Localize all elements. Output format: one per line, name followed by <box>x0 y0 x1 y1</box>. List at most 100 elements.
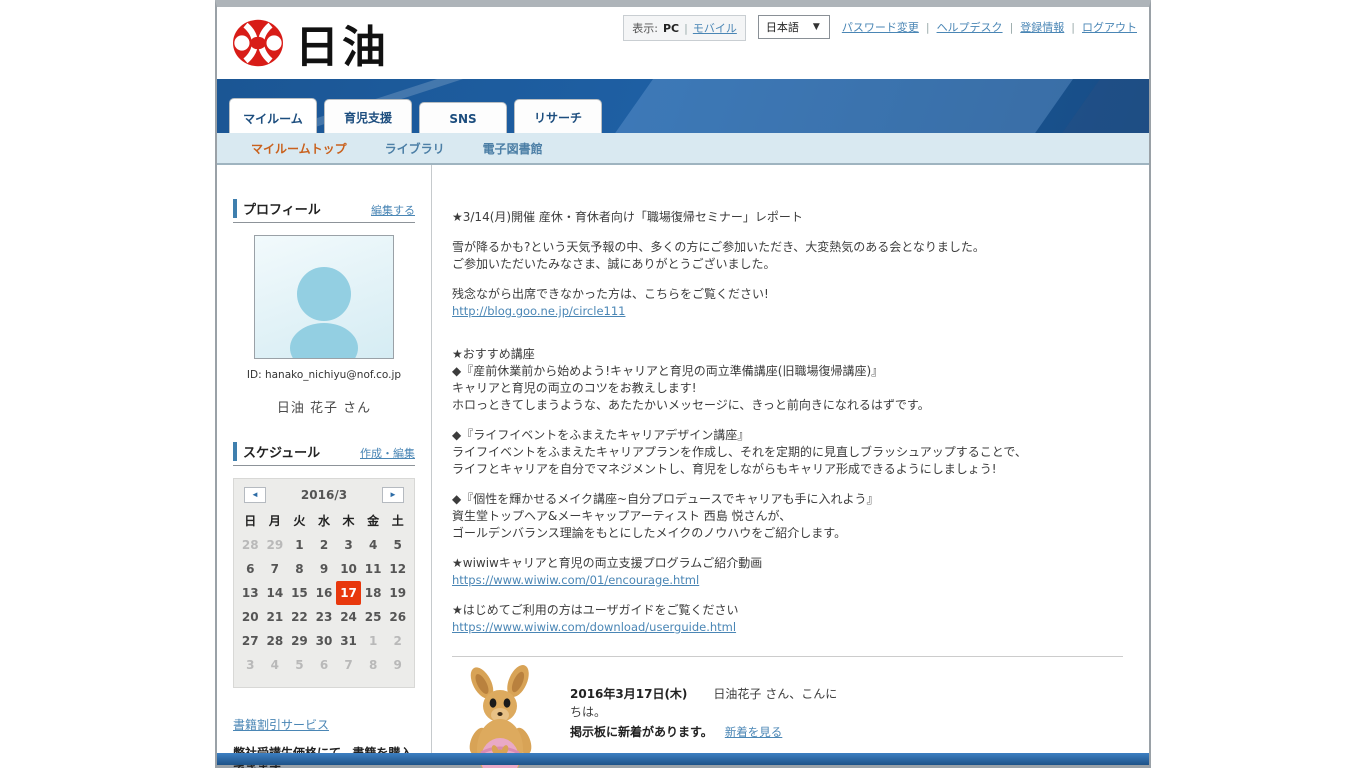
calendar-day[interactable]: 1 <box>361 629 386 653</box>
new-post-notice: 掲示板に新着があります。新着を見る <box>570 723 840 741</box>
calendar-day[interactable]: 6 <box>238 557 263 581</box>
calendar-day[interactable]: 6 <box>312 653 337 677</box>
announcement-body: ★3/14(月)開催 産休・育休者向け「職場復帰セミナー」レポート雪が降るかも?… <box>452 209 1123 636</box>
content-line: https://www.wiwiw.com/download/userguide… <box>452 619 1123 636</box>
calendar-day[interactable]: 21 <box>263 605 288 629</box>
calendar-day[interactable]: 7 <box>263 557 288 581</box>
tab-myroom[interactable]: マイルーム <box>229 98 317 133</box>
calendar-day[interactable]: 27 <box>238 629 263 653</box>
display-pc[interactable]: PC <box>663 22 679 35</box>
calendar-day[interactable]: 9 <box>385 653 410 677</box>
calendar-day[interactable]: 8 <box>361 653 386 677</box>
schedule-section-title: スケジュール <box>233 442 320 461</box>
calendar-weekday: 金 <box>361 509 386 533</box>
registration-info-link[interactable]: 登録情報 <box>1020 19 1064 35</box>
calendar-next-button[interactable]: ► <box>382 487 404 503</box>
content-line: ライフとキャリアを自分でマネジメントし、育児をしながらもキャリア形成できるように… <box>452 461 1123 478</box>
calendar-day[interactable]: 24 <box>336 605 361 629</box>
calendar-day[interactable]: 12 <box>385 557 410 581</box>
profile-section-title: プロフィール <box>233 199 321 218</box>
calendar-month-label: 2016/3 <box>301 488 347 502</box>
sidebar: プロフィール 編集する ID: hanako_nichiyu@nof.co.jp… <box>217 165 432 753</box>
calendar-day[interactable]: 28 <box>263 629 288 653</box>
content-line: ◆『ライフイベントをふまえたキャリアデザイン講座』 <box>452 427 1123 444</box>
calendar-day[interactable]: 15 <box>287 581 312 605</box>
content-line: 残念ながら出席できなかった方は、こちらをご覧ください! <box>452 286 1123 303</box>
calendar-day[interactable]: 5 <box>287 653 312 677</box>
content-gap <box>452 478 1123 491</box>
calendar-day-today[interactable]: 17 <box>336 581 361 605</box>
language-select[interactable]: 日本語 ▼ <box>758 15 830 39</box>
content-gap <box>452 589 1123 602</box>
calendar-day[interactable]: 5 <box>385 533 410 557</box>
calendar-day[interactable]: 23 <box>312 605 337 629</box>
calendar-day[interactable]: 22 <box>287 605 312 629</box>
calendar-weekday: 木 <box>336 509 361 533</box>
display-mobile-link[interactable]: モバイル <box>693 20 737 36</box>
tab-childcare-support[interactable]: 育児支援 <box>324 99 412 133</box>
notice-text: 掲示板に新着があります。 <box>570 725 713 739</box>
avatar <box>254 235 394 359</box>
content-line: ゴールデンバランス理論をもとにしたメイクのノウハウをご紹介します。 <box>452 525 1123 542</box>
content-link[interactable]: http://blog.goo.ne.jp/circle111 <box>452 304 625 318</box>
calendar-day[interactable]: 2 <box>385 629 410 653</box>
calendar-day[interactable]: 1 <box>287 533 312 557</box>
calendar-day[interactable]: 8 <box>287 557 312 581</box>
calendar-day[interactable]: 9 <box>312 557 337 581</box>
profile-section-header: プロフィール 編集する <box>233 199 415 223</box>
subnav-library[interactable]: ライブラリ <box>385 140 445 157</box>
calendar-day[interactable]: 29 <box>263 533 288 557</box>
section-divider <box>452 656 1123 657</box>
calendar-day[interactable]: 19 <box>385 581 410 605</box>
calendar-day[interactable]: 11 <box>361 557 386 581</box>
subnav-ebook-library[interactable]: 電子図書館 <box>483 140 543 157</box>
calendar-day[interactable]: 28 <box>238 533 263 557</box>
calendar-day[interactable]: 29 <box>287 629 312 653</box>
logout-link[interactable]: ログアウト <box>1082 19 1137 35</box>
calendar-weekday: 火 <box>287 509 312 533</box>
calendar-day[interactable]: 31 <box>336 629 361 653</box>
calendar-day[interactable]: 4 <box>263 653 288 677</box>
calendar-day[interactable]: 3 <box>238 653 263 677</box>
calendar-day[interactable]: 30 <box>312 629 337 653</box>
calendar-prev-button[interactable]: ◄ <box>244 487 266 503</box>
book-discount-link[interactable]: 書籍割引サービス <box>233 718 329 732</box>
content: プロフィール 編集する ID: hanako_nichiyu@nof.co.jp… <box>217 165 1149 753</box>
content-link[interactable]: https://www.wiwiw.com/download/userguide… <box>452 620 736 634</box>
schedule-edit-link[interactable]: 作成・編集 <box>360 445 415 461</box>
tab-research[interactable]: リサーチ <box>514 99 602 133</box>
view-new-posts-link[interactable]: 新着を見る <box>725 725 783 739</box>
calendar-day[interactable]: 13 <box>238 581 263 605</box>
calendar-day[interactable]: 16 <box>312 581 337 605</box>
content-gap <box>452 542 1123 555</box>
tab-sns[interactable]: SNS <box>419 102 507 133</box>
calendar-day[interactable]: 26 <box>385 605 410 629</box>
content-line: http://blog.goo.ne.jp/circle111 <box>452 303 1123 320</box>
calendar-day[interactable]: 4 <box>361 533 386 557</box>
helpdesk-link[interactable]: ヘルプデスク <box>937 19 1003 35</box>
calendar-weekday: 土 <box>385 509 410 533</box>
profile-edit-link[interactable]: 編集する <box>371 202 415 218</box>
content-gap <box>452 273 1123 286</box>
language-select-value: 日本語 <box>766 19 799 35</box>
content-line: ★はじめてご利用の方はユーザガイドをご覧ください <box>452 602 1123 619</box>
calendar-day[interactable]: 3 <box>336 533 361 557</box>
main-content: ★3/14(月)開催 産休・育休者向け「職場復帰セミナー」レポート雪が降るかも?… <box>432 165 1149 753</box>
footer-bar <box>217 753 1149 765</box>
calendar-day[interactable]: 7 <box>336 653 361 677</box>
content-line: ◆『産前休業前から始めよう!キャリアと育児の両立準備講座(旧職場復帰講座)』 <box>452 363 1123 380</box>
subnav-myroom-top[interactable]: マイルームトップ <box>251 140 347 157</box>
calendar-day[interactable]: 25 <box>361 605 386 629</box>
content-line: 雪が降るかも?という天気予報の中、多くの方にご参加いただき、大変熱気のある会とな… <box>452 239 1123 256</box>
content-gap <box>452 226 1123 239</box>
calendar-day[interactable]: 14 <box>263 581 288 605</box>
calendar-weekday: 月 <box>263 509 288 533</box>
display-label: 表示: <box>632 20 658 36</box>
calendar-day[interactable]: 10 <box>336 557 361 581</box>
password-change-link[interactable]: パスワード変更 <box>842 19 919 35</box>
content-link[interactable]: https://www.wiwiw.com/01/encourage.html <box>452 573 699 587</box>
calendar-weekday: 水 <box>312 509 337 533</box>
calendar-day[interactable]: 18 <box>361 581 386 605</box>
calendar-day[interactable]: 2 <box>312 533 337 557</box>
calendar-day[interactable]: 20 <box>238 605 263 629</box>
